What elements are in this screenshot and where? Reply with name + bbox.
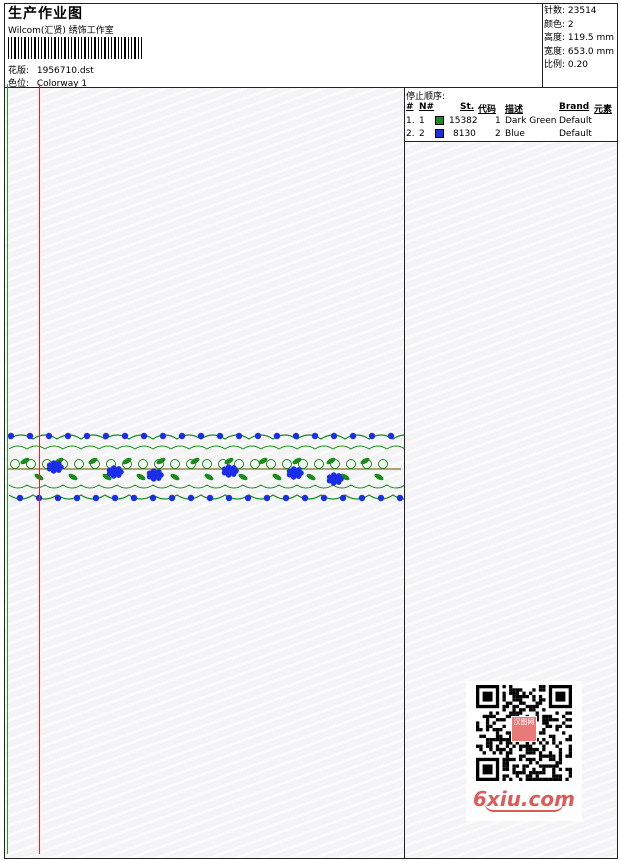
- red-guide-line: [39, 84, 40, 854]
- col-header-no: N#: [419, 102, 435, 112]
- watermark-block: 汉图网 6xiu.com: [466, 681, 582, 821]
- header-main: 生产作业图 Wilcom(汇贤) 绣饰工作室 花版: 1956710.dst 色…: [5, 4, 543, 89]
- spec-width: 宽度: 653.0 mm: [544, 46, 615, 57]
- spec-scale: 比例: 0.20: [544, 60, 588, 70]
- design-canvas: [5, 88, 405, 858]
- row-index: 2.: [406, 129, 415, 139]
- row-brand: Default: [559, 116, 592, 126]
- barcode: [8, 37, 142, 59]
- pattern-label: 花版:: [8, 66, 30, 76]
- col-header-desc: 描述: [505, 105, 524, 115]
- row-code: 2: [495, 129, 501, 139]
- qr-seal-logo: 汉图网: [511, 716, 537, 742]
- pattern-value: 1956710.dst: [36, 66, 94, 76]
- col-header-hash: #: [406, 102, 414, 112]
- row-number: 1: [419, 116, 425, 126]
- row-brand: Default: [559, 129, 592, 139]
- spec-colors: 颜色: 2: [544, 19, 574, 30]
- spec-height: 高度: 119.5 mm: [544, 33, 615, 43]
- col-header-brand: Brand: [559, 102, 590, 112]
- row-index: 1.: [406, 116, 415, 126]
- col-header-st: St.: [460, 102, 475, 112]
- row-description: Dark Green: [505, 116, 557, 126]
- spec-stitches: 针数: 23514: [544, 6, 597, 16]
- green-guide-line: [7, 84, 8, 854]
- row-description: Blue: [505, 129, 525, 139]
- row-number: 2: [419, 129, 425, 139]
- row-stitches: 15382: [449, 116, 478, 126]
- col-header-element: 元素: [594, 105, 613, 115]
- color-swatch: [435, 116, 444, 125]
- row-stitches: 8130: [453, 129, 476, 139]
- stop-sequence-table: 停止顺序: # N# St. 代码 描述 Brand 元素 1. 1 15382…: [405, 88, 617, 142]
- pattern-info: 花版: 1956710.dst: [8, 63, 94, 76]
- studio-name: Wilcom(汇贤) 绣饰工作室: [8, 26, 114, 36]
- spec-panel: 针数: 23514 颜色: 2 高度: 119.5 mm 宽度: 653.0 m…: [543, 4, 617, 88]
- watermark-arc: [484, 802, 564, 812]
- embroidery-design: [7, 432, 404, 502]
- col-header-code: 代码: [478, 105, 497, 115]
- row-code: 1: [495, 116, 501, 126]
- stop-sequence-title: 停止顺序:: [406, 92, 446, 102]
- color-swatch: [435, 129, 444, 138]
- page-title: 生产作业图: [8, 6, 83, 22]
